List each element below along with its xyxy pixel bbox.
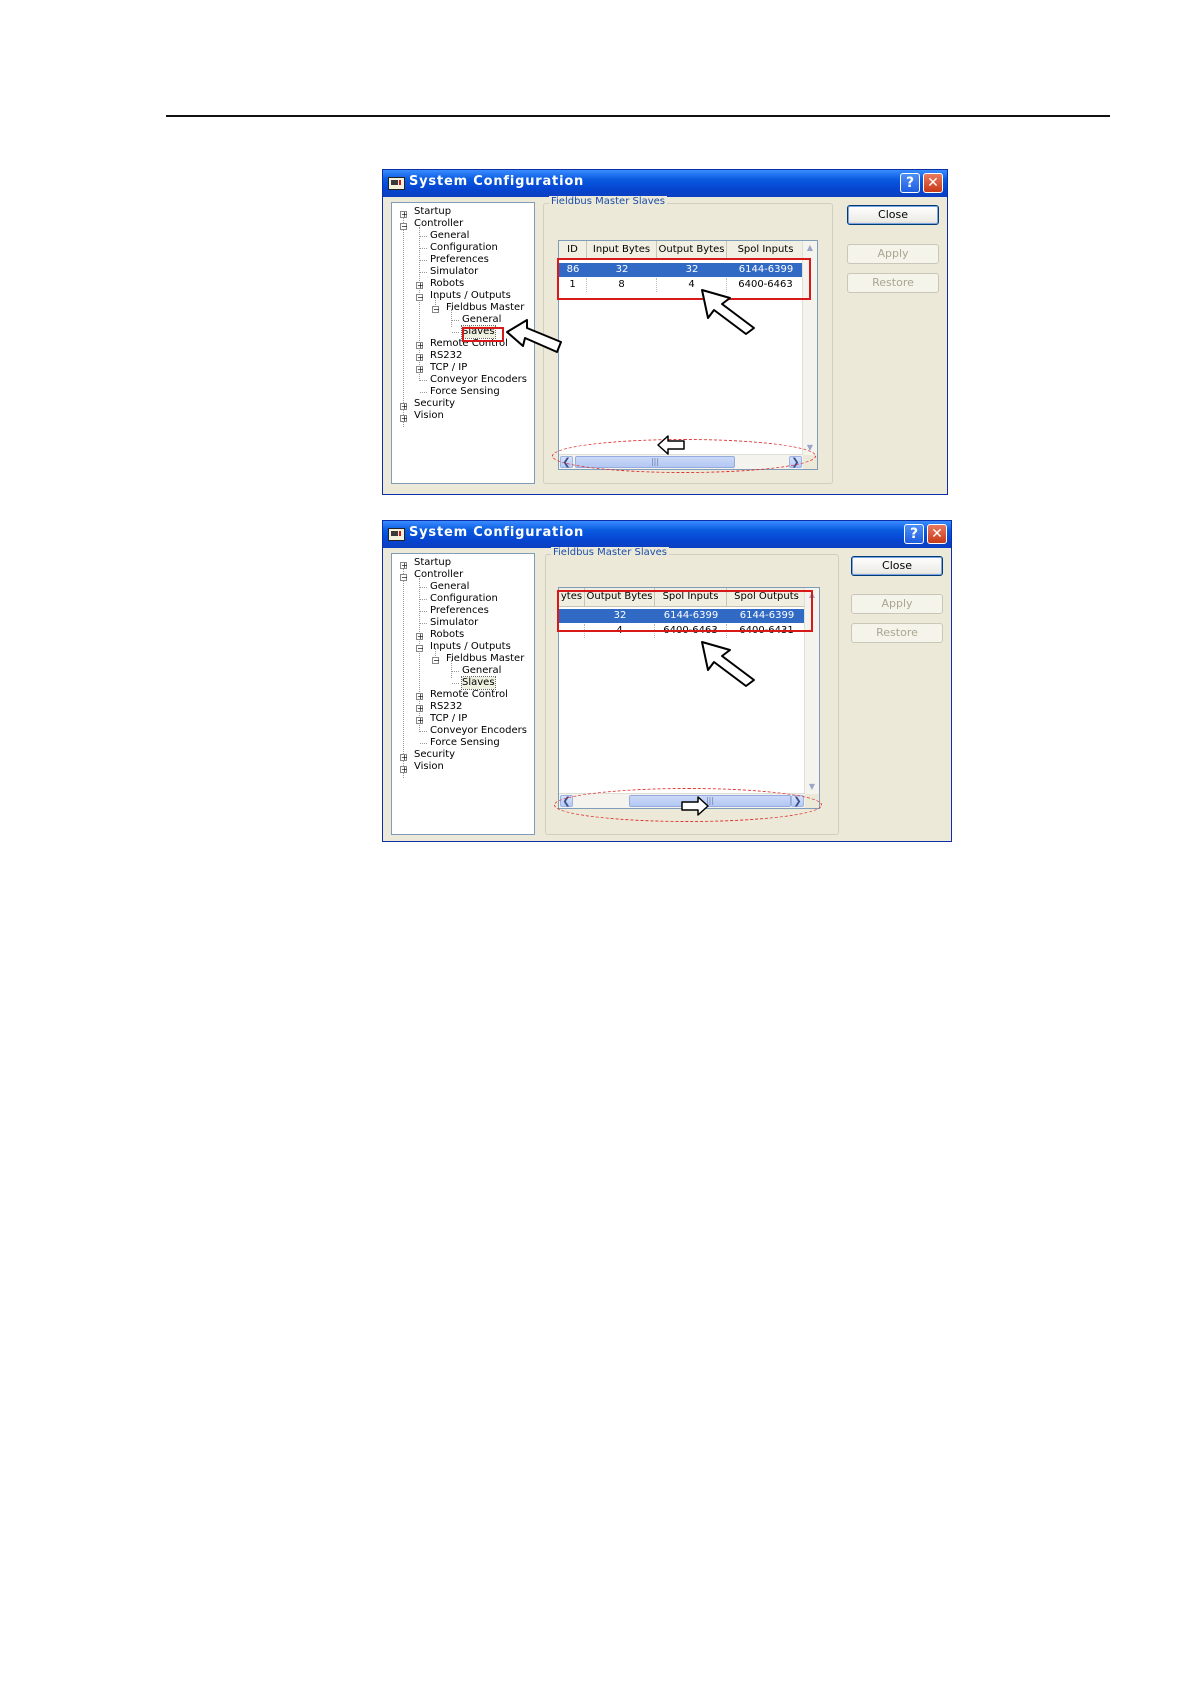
title-bar[interactable]: System Configuration ? ✕	[383, 170, 947, 197]
app-icon	[388, 177, 405, 190]
column-header[interactable]: Spol Inputs	[727, 241, 805, 259]
right-arrow-icon	[681, 796, 709, 816]
expand-icon[interactable]: +	[416, 282, 424, 290]
tree-item-general[interactable]: General	[430, 230, 469, 242]
tree-item-general[interactable]: General	[430, 581, 469, 593]
tree-item-tcpip[interactable]: TCP / IP	[430, 362, 467, 374]
tree-item-preferences[interactable]: Preferences	[430, 605, 489, 617]
tree-item-force-sensing[interactable]: Force Sensing	[430, 737, 500, 749]
help-icon[interactable]: ?	[904, 524, 924, 544]
expand-icon[interactable]: +	[400, 754, 408, 762]
collapse-icon[interactable]: −	[416, 645, 424, 653]
expand-icon[interactable]: +	[416, 717, 424, 725]
tree-item-fieldbus-master[interactable]: Fieldbus Master	[446, 653, 524, 665]
tree-item-startup[interactable]: Startup	[414, 557, 451, 569]
collapse-icon[interactable]: −	[416, 294, 424, 302]
close-icon[interactable]: ✕	[923, 173, 943, 193]
tree-item-preferences[interactable]: Preferences	[430, 254, 489, 266]
expand-icon[interactable]: +	[400, 562, 408, 570]
left-arrow-icon	[657, 435, 685, 455]
settings-tree[interactable]: + Startup − Controller General Configura…	[391, 553, 535, 835]
scroll-down-icon[interactable]: ▼	[806, 781, 818, 793]
tree-item-security[interactable]: Security	[414, 749, 455, 761]
column-header[interactable]: ID	[559, 241, 587, 259]
tree-item-fieldbus-general[interactable]: General	[462, 665, 501, 677]
expand-icon[interactable]: +	[416, 705, 424, 713]
tree-item-startup[interactable]: Startup	[414, 206, 451, 218]
apply-button[interactable]: Apply	[847, 244, 939, 264]
tree-item-conveyor-encoders[interactable]: Conveyor Encoders	[430, 374, 527, 386]
expand-icon[interactable]: +	[400, 211, 408, 219]
restore-button[interactable]: Restore	[847, 273, 939, 293]
close-icon[interactable]: ✕	[927, 524, 947, 544]
close-button[interactable]: Close	[847, 205, 939, 225]
tree-item-robots[interactable]: Robots	[430, 278, 464, 290]
expand-icon[interactable]: +	[416, 354, 424, 362]
tree-item-simulator[interactable]: Simulator	[430, 617, 478, 629]
window-title: System Configuration	[409, 525, 585, 540]
group-label: Fieldbus Master Slaves	[549, 196, 668, 207]
slaves-highlight-box	[462, 327, 504, 342]
page-header-rule	[166, 115, 1110, 117]
collapse-icon[interactable]: −	[400, 574, 408, 582]
expand-icon[interactable]: +	[416, 366, 424, 374]
column-header[interactable]: Output Bytes	[657, 241, 727, 259]
title-bar[interactable]: System Configuration ? ✕	[383, 521, 951, 548]
tree-item-tcpip[interactable]: TCP / IP	[430, 713, 467, 725]
collapse-icon[interactable]: −	[432, 306, 440, 314]
app-icon	[388, 528, 405, 541]
close-button[interactable]: Close	[851, 556, 943, 576]
tree-item-configuration[interactable]: Configuration	[430, 593, 498, 605]
tree-item-fieldbus-master[interactable]: Fieldbus Master	[446, 302, 524, 314]
expand-icon[interactable]: +	[400, 766, 408, 774]
tree-item-inputs-outputs[interactable]: Inputs / Outputs	[430, 290, 511, 302]
collapse-icon[interactable]: −	[432, 657, 440, 665]
tree-item-remote-control[interactable]: Remote Control	[430, 689, 508, 701]
tree-item-fieldbus-general[interactable]: General	[462, 314, 501, 326]
window-title: System Configuration	[409, 174, 585, 189]
tree-item-inputs-outputs[interactable]: Inputs / Outputs	[430, 641, 511, 653]
tree-item-robots[interactable]: Robots	[430, 629, 464, 641]
expand-icon[interactable]: +	[416, 633, 424, 641]
expand-icon[interactable]: +	[400, 415, 408, 423]
tree-item-controller[interactable]: Controller	[414, 218, 463, 230]
group-label: Fieldbus Master Slaves	[551, 547, 670, 558]
tree-item-force-sensing[interactable]: Force Sensing	[430, 386, 500, 398]
pointer-arrow-icon	[506, 319, 562, 353]
tree-item-conveyor-encoders[interactable]: Conveyor Encoders	[430, 725, 527, 737]
expand-icon[interactable]: +	[416, 693, 424, 701]
tree-item-configuration[interactable]: Configuration	[430, 242, 498, 254]
tree-item-controller[interactable]: Controller	[414, 569, 463, 581]
tree-item-slaves[interactable]: Slaves	[461, 676, 496, 690]
tree-item-vision[interactable]: Vision	[414, 761, 444, 773]
rows-highlight-box	[557, 258, 811, 300]
scroll-up-icon[interactable]: ▲	[804, 242, 816, 254]
pointer-arrow-icon	[701, 641, 755, 687]
restore-button[interactable]: Restore	[851, 623, 943, 643]
tree-item-vision[interactable]: Vision	[414, 410, 444, 422]
apply-button[interactable]: Apply	[851, 594, 943, 614]
tree-item-simulator[interactable]: Simulator	[430, 266, 478, 278]
help-icon[interactable]: ?	[900, 173, 920, 193]
tree-item-rs232[interactable]: RS232	[430, 701, 462, 713]
collapse-icon[interactable]: −	[400, 223, 408, 231]
pointer-arrow-icon	[701, 289, 755, 335]
column-header[interactable]: Input Bytes	[587, 241, 657, 259]
expand-icon[interactable]: +	[416, 342, 424, 350]
expand-icon[interactable]: +	[400, 403, 408, 411]
tree-item-rs232[interactable]: RS232	[430, 350, 462, 362]
tree-item-security[interactable]: Security	[414, 398, 455, 410]
rows-highlight-box	[557, 590, 813, 632]
